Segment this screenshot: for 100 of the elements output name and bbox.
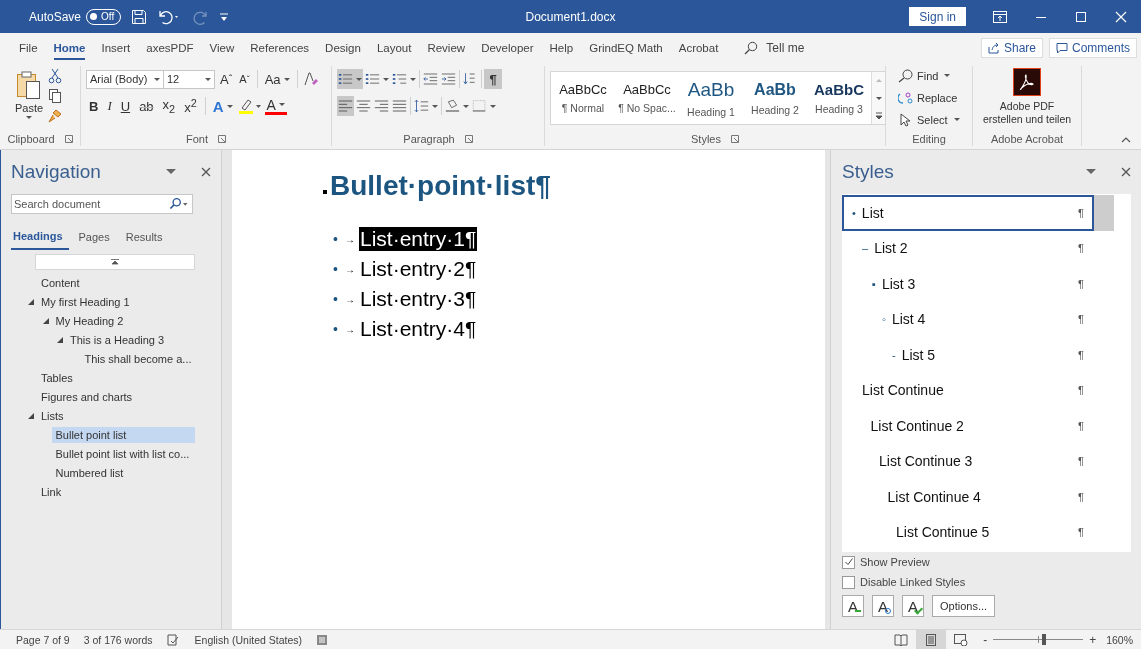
highlighter-icon[interactable] [237, 97, 262, 115]
language[interactable]: English (United States) [194, 633, 302, 646]
scrollbar-thumb[interactable] [1094, 195, 1114, 231]
heading-item[interactable]: Tables [37, 369, 180, 386]
options-button[interactable]: Options... [932, 595, 996, 617]
close-icon[interactable] [1121, 167, 1131, 177]
ribbon-tab[interactable]: File [11, 33, 46, 63]
scissors-icon[interactable] [48, 68, 63, 84]
heading-item[interactable]: My Heading 2 [51, 312, 195, 329]
ribbon-tab[interactable]: Help [541, 33, 582, 63]
ribbon-tab[interactable]: Insert [93, 33, 139, 63]
page-count[interactable]: Page 7 of 9 [16, 633, 70, 646]
text-effects-button[interactable]: A [210, 97, 235, 115]
expand-arrow-icon[interactable] [27, 411, 35, 420]
font-name-field[interactable]: Arial (Body) [86, 69, 164, 89]
style-inspector-button[interactable]: A [872, 595, 894, 617]
heading-item[interactable]: Link [37, 483, 180, 500]
style-item[interactable]: List Continue 5 ¶ [842, 514, 1094, 550]
copy-icon[interactable] [48, 88, 63, 104]
show-marks-button[interactable]: ¶ [484, 69, 502, 89]
format-button[interactable]: B [86, 98, 102, 114]
ribbon-tab[interactable]: Review [419, 33, 474, 63]
ribbon-tab[interactable]: Developer [473, 33, 542, 63]
ribbon-tab[interactable]: Home [45, 33, 94, 63]
ribbon-tab[interactable]: Layout [368, 33, 420, 63]
style-item[interactable]: List Continue 4 ¶ [842, 479, 1094, 515]
close-icon[interactable] [201, 167, 211, 177]
clear-formatting-icon[interactable] [302, 71, 319, 87]
word-count[interactable]: 3 of 176 words [83, 633, 153, 646]
style-item[interactable]: ▪ List 3 ¶ [842, 266, 1094, 302]
style-item[interactable]: ◦ List 4 ¶ [842, 301, 1094, 337]
checkbox[interactable] [842, 575, 855, 589]
ribbon-tab[interactable]: Acrobat [670, 33, 727, 63]
proofing-icon[interactable] [166, 633, 181, 646]
heading-item[interactable]: Bullet point list with list co... [51, 445, 195, 462]
view-mode-button[interactable] [916, 630, 947, 649]
paintbrush-icon[interactable] [48, 108, 63, 124]
style-gallery-item[interactable]: AaBbC Heading 3 [807, 72, 871, 124]
ribbon-display-options-icon[interactable] [993, 10, 1007, 23]
ribbon-tab[interactable]: Design [317, 33, 369, 63]
format-button[interactable]: I [104, 98, 115, 114]
ribbon-tab[interactable]: View [201, 33, 243, 63]
heading-item[interactable]: This is a Heading 3 [66, 331, 209, 348]
style-item[interactable]: - List 5 ¶ [842, 337, 1094, 373]
macro-icon[interactable] [316, 633, 328, 646]
dialog-launcher-icon[interactable] [464, 134, 473, 143]
change-case-button[interactable]: Aa [262, 71, 292, 87]
style-gallery-item[interactable]: AaBbCc ¶ Normal [551, 72, 615, 124]
style-item[interactable]: – List 2 ¶ [842, 230, 1094, 266]
paragraph-button[interactable] [337, 69, 363, 89]
checkbox[interactable] [842, 555, 855, 569]
tell-me-field[interactable]: Tell me [766, 41, 805, 55]
search-icon[interactable] [744, 41, 759, 55]
heading-item[interactable]: My first Heading 1 [37, 293, 180, 310]
expand-arrow-icon[interactable] [27, 297, 35, 306]
editing-button[interactable]: Select [898, 110, 960, 129]
ribbon-tab[interactable]: axesPDF [138, 33, 202, 63]
heading-item[interactable]: Figures and charts [37, 388, 180, 405]
style-item[interactable]: List Continue 3 ¶ [842, 443, 1094, 479]
maximize-icon[interactable] [1075, 10, 1087, 23]
heading-item[interactable]: This shall become a... [80, 350, 221, 367]
style-gallery-item[interactable]: AaBbCc ¶ No Spac... [615, 72, 679, 124]
style-item[interactable]: • List ¶ [842, 195, 1094, 231]
navigation-tab[interactable]: Results [123, 226, 169, 250]
expand-arrow-icon[interactable] [41, 316, 50, 325]
heading-item[interactable]: Lists [37, 407, 180, 424]
ribbon-tab[interactable]: References [242, 33, 318, 63]
dialog-launcher-icon[interactable] [731, 134, 739, 143]
pane-options-icon[interactable] [1086, 169, 1096, 175]
zoom-out-button[interactable]: - [983, 632, 988, 647]
dialog-launcher-icon[interactable] [218, 134, 226, 143]
heading-item[interactable]: Bullet point list [51, 426, 195, 443]
navigation-tab[interactable]: Headings [11, 226, 69, 250]
style-item[interactable]: List Continue 2 ¶ [842, 408, 1094, 444]
dialog-launcher-icon[interactable] [64, 134, 73, 143]
zoom-level[interactable]: 160% [1106, 633, 1133, 646]
pane-options-icon[interactable] [166, 169, 176, 175]
comments-button[interactable]: Comments [1049, 38, 1137, 58]
paste-button[interactable]: Paste [15, 68, 44, 122]
expand-arrow-icon[interactable] [56, 335, 64, 344]
font-size-field[interactable]: 12 [163, 69, 215, 89]
format-button[interactable]: U [117, 98, 134, 114]
style-item[interactable]: List Continue ¶ [842, 372, 1094, 408]
format-button[interactable]: x$_{2}$ [159, 97, 179, 115]
editing-button[interactable]: Replace [898, 88, 958, 107]
format-button[interactable]: x$^{2}$ [181, 96, 200, 116]
heading-item[interactable]: Numbered list [51, 464, 195, 481]
sign-in-button[interactable]: Sign in [909, 7, 966, 26]
style-gallery-item[interactable]: AaBb Heading 2 [743, 72, 807, 124]
editing-button[interactable]: Find [898, 66, 951, 85]
paragraph-button[interactable] [337, 96, 354, 116]
save-icon[interactable] [131, 8, 148, 25]
customize-toolbar-icon[interactable] [219, 10, 230, 23]
navigation-tab[interactable]: Pages [76, 226, 116, 250]
ribbon-tab[interactable]: GrindEQ Math [581, 33, 671, 63]
heading-item[interactable]: Content [37, 274, 180, 291]
collapse-ribbon-icon[interactable] [1121, 137, 1131, 143]
manage-styles-button[interactable]: A [902, 595, 924, 617]
adobe-pdf-button[interactable]: Adobe PDF erstellen und teilen [978, 68, 1076, 125]
share-button[interactable]: Share [980, 38, 1043, 58]
